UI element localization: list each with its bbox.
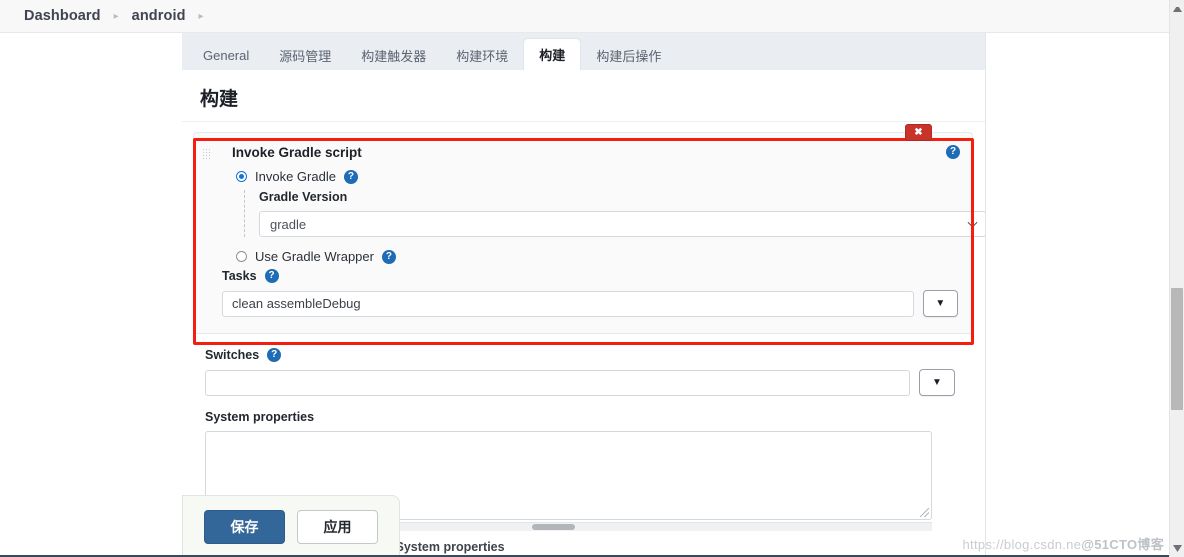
breadcrumb-item-dashboard[interactable]: Dashboard [24,8,101,24]
config-panel: 构建 ✖ ? Invoke Gradle script Invoke Gradl… [182,70,986,557]
switches-dropdown-button[interactable]: ▼ [919,369,955,396]
system-properties-label-row: System properties [205,410,973,424]
help-icon-invoke-gradle[interactable]: ? [343,169,358,184]
tab-build[interactable]: 构建 [523,38,582,70]
builder-outer-frame: ? Invoke Gradle script Invoke Gradle ? G… [193,132,985,334]
app-root: Dashboard ▸ android ▸ General 源码管理 构建触发器… [0,0,1184,557]
breadcrumb: Dashboard ▸ android ▸ [0,0,1175,33]
builder-heading: Invoke Gradle script [232,145,362,160]
page-title: 构建 [200,89,239,110]
help-icon-switches[interactable]: ? [267,348,282,362]
builder-block-wrapper: ✖ ? Invoke Gradle script Invoke Gradle ?… [193,124,985,345]
tasks-input[interactable]: clean assembleDebug [222,290,914,317]
switches-input[interactable] [205,369,910,396]
tasks-dropdown-button[interactable]: ▼ [922,290,958,317]
tasks-input-row: clean assembleDebug ▼ [222,290,958,317]
gradle-version-value: gradle [270,216,307,232]
switches-label: Switches [205,348,260,362]
radio-invoke-gradle[interactable] [236,171,247,182]
watermark: https://blog.csdn.ne@51CTO博客 [963,534,1165,553]
form-action-bar: 保存 应用 [182,495,400,557]
gradle-version-group: Gradle Version gradle [244,190,985,237]
tab-build-triggers[interactable]: 构建触发器 [346,40,441,70]
tab-build-environment[interactable]: 构建环境 [441,40,523,70]
tab-general[interactable]: General [188,40,264,70]
switches-label-row: Switches ? [205,348,973,362]
scroll-up-arrow-icon[interactable] [1173,5,1182,12]
tab-post-build-actions[interactable]: 构建后操作 [581,40,676,70]
radio-use-gradle-wrapper[interactable] [236,251,247,262]
help-icon-use-gradle-wrapper[interactable]: ? [381,249,396,264]
breadcrumb-separator-icon: ▸ [113,11,119,22]
radio-label-invoke-gradle: Invoke Gradle [255,169,336,184]
help-icon-builder[interactable]: ? [946,145,960,159]
gradle-version-label: Gradle Version [259,190,348,204]
title-divider [182,121,985,122]
help-icon-tasks[interactable]: ? [264,269,279,283]
apply-button[interactable]: 应用 [297,509,378,544]
scroll-down-arrow-icon[interactable] [1173,545,1182,552]
drag-handle-icon[interactable] [202,148,211,161]
page-vertical-scrollbar[interactable] [1169,0,1184,557]
save-button[interactable]: 保存 [204,509,285,544]
config-tabbar: General 源码管理 构建触发器 构建环境 构建 构建后操作 [182,33,986,70]
switches-input-row: ▼ [205,369,973,396]
chevron-down-icon [967,217,978,228]
resize-handle-icon[interactable] [920,508,929,517]
gradle-version-select[interactable]: gradle [259,211,985,237]
breadcrumb-item-android[interactable]: android [132,8,186,24]
tasks-label: Tasks [222,269,257,283]
breadcrumb-separator-icon-2: ▸ [198,11,204,22]
vertical-scrollbar-thumb[interactable] [1171,288,1183,410]
invoke-gradle-script-block: ? Invoke Gradle script Invoke Gradle ? G… [196,135,985,331]
horizontal-scrollbar-thumb[interactable] [532,524,575,530]
switches-section: Switches ? ▼ [205,348,973,396]
watermark-url: https://blog.csdn.ne [962,537,1082,552]
watermark-tag: @51CTO博客 [1081,537,1164,552]
delete-builder-button[interactable]: ✖ [905,124,932,141]
tab-source-management[interactable]: 源码管理 [264,40,346,70]
radio-row-use-gradle-wrapper[interactable]: Use Gradle Wrapper ? [236,249,958,264]
tasks-label-row: Tasks ? [222,269,958,283]
radio-row-invoke-gradle[interactable]: Invoke Gradle ? [236,169,958,184]
radio-label-use-gradle-wrapper: Use Gradle Wrapper [255,249,374,264]
system-properties-label: System properties [205,410,315,424]
